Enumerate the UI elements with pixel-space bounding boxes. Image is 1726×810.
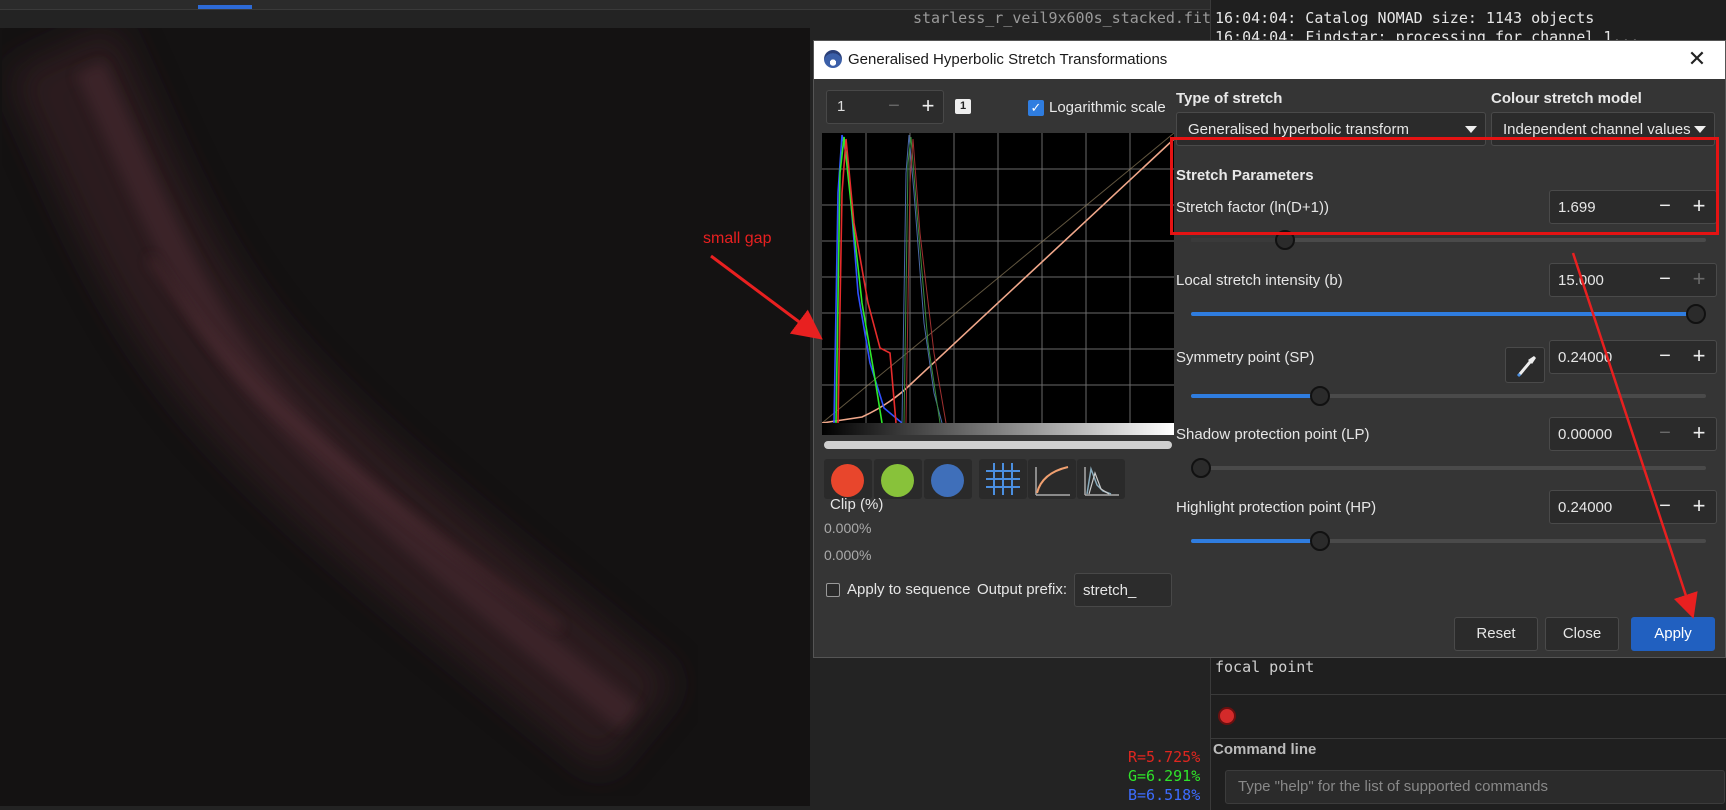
plus-icon[interactable]: + [1682, 341, 1716, 373]
output-prefix-input[interactable]: stretch_ [1074, 573, 1172, 607]
clip-label: Clip (%) [830, 496, 884, 513]
zoom-plus-button[interactable]: + [911, 91, 945, 123]
slider-fill [1191, 312, 1696, 316]
reset-button[interactable]: Reset [1454, 617, 1538, 651]
symmetry-point-slider[interactable] [1191, 386, 1706, 406]
highlight-protection-spinbox[interactable]: 0.24000 − + [1549, 490, 1717, 524]
histogram-icon [1084, 466, 1119, 496]
chevron-down-icon [1694, 126, 1706, 133]
slider-fill [1191, 394, 1320, 398]
highlight-protection-slider[interactable] [1191, 531, 1706, 551]
red-channel-toggle[interactable] [824, 459, 872, 499]
blue-channel-icon [931, 464, 964, 497]
divider [1211, 694, 1726, 695]
red-readout: R=5.725% [1128, 748, 1201, 766]
log-scale-checkbox[interactable]: ✓ [1028, 100, 1044, 116]
apply-sequence-label[interactable]: Apply to sequence [847, 581, 970, 598]
log-line: focal point [1215, 658, 1315, 676]
zoom-minus-button[interactable]: − [877, 91, 911, 123]
command-input[interactable]: Type "help" for the list of supported co… [1225, 770, 1725, 804]
slider-handle[interactable] [1310, 386, 1330, 406]
green-channel-toggle[interactable] [874, 459, 922, 499]
zoom-value[interactable]: 1 [837, 98, 845, 115]
output-prefix-label: Output prefix: [977, 581, 1068, 598]
shadow-protection-spinbox[interactable]: 0.00000 − + [1549, 417, 1717, 451]
highlight-protection-label: Highlight protection point (HP) [1176, 499, 1377, 516]
slider-handle[interactable] [1191, 458, 1211, 478]
green-channel-icon [881, 464, 914, 497]
slider-fill [1191, 539, 1320, 543]
slider-handle[interactable] [1310, 531, 1330, 551]
eyedropper-icon [1516, 356, 1536, 378]
minus-icon[interactable]: − [1648, 264, 1682, 296]
slider-handle[interactable] [1686, 304, 1706, 324]
minus-icon[interactable]: − [1648, 341, 1682, 373]
local-intensity-spinbox[interactable]: 15.000 − + [1549, 263, 1717, 297]
local-intensity-slider[interactable] [1191, 304, 1706, 324]
histogram-svg [821, 132, 1175, 424]
stop-icon[interactable] [1218, 707, 1236, 725]
dialog-titlebar[interactable]: Generalised Hyperbolic Stretch Transform… [814, 41, 1725, 79]
dialog-title: Generalised Hyperbolic Stretch Transform… [848, 51, 1168, 68]
red-stretched-histogram [905, 138, 947, 424]
plus-icon[interactable]: + [1682, 418, 1716, 450]
clip-low-value: 0.000% [824, 520, 872, 536]
colour-model-value: Independent channel values [1503, 121, 1691, 138]
image-filename: starless_r_veil9x600s_stacked.fit [913, 9, 1212, 27]
shadow-protection-label: Shadow protection point (LP) [1176, 426, 1370, 443]
local-intensity-label: Local stretch intensity (b) [1176, 272, 1343, 289]
red-histogram [837, 138, 897, 424]
clip-high-value: 0.000% [824, 547, 872, 563]
app-icon [824, 50, 842, 68]
apply-sequence-checkbox[interactable] [826, 583, 840, 597]
type-of-stretch-value: Generalised hyperbolic transform [1188, 121, 1409, 138]
divider [1211, 738, 1726, 739]
colour-model-label: Colour stretch model [1491, 90, 1642, 107]
type-of-stretch-label: Type of stretch [1176, 90, 1283, 107]
green-stretched-histogram [903, 136, 941, 424]
close-button[interactable]: Close [1545, 617, 1619, 651]
symmetry-point-spinbox[interactable]: 0.24000 − + [1549, 340, 1717, 374]
zoom-badge: 1 [955, 99, 971, 114]
plus-icon[interactable]: + [1682, 491, 1716, 523]
chevron-down-icon [1465, 126, 1477, 133]
pixel-readout: R=5.725% G=6.291% B=6.518% [1128, 748, 1200, 805]
command-line-label: Command line [1213, 741, 1317, 758]
intensity-gradient [822, 423, 1174, 435]
plus-icon: + [1692, 266, 1706, 291]
blue-readout: B=6.518% [1128, 786, 1201, 804]
red-channel-icon [831, 464, 864, 497]
close-icon[interactable]: ✕ [1684, 47, 1710, 73]
highlight-annotation-box [1170, 137, 1719, 235]
green-readout: G=6.291% [1128, 767, 1201, 785]
histogram-scrollbar[interactable] [824, 441, 1172, 449]
curve-icon [1035, 466, 1070, 496]
log-line: 16:04:04: Catalog NOMAD size: 1143 objec… [1215, 9, 1595, 27]
symmetry-point-value[interactable]: 0.24000 [1558, 349, 1612, 366]
apply-button[interactable]: Apply [1631, 617, 1715, 651]
eyedropper-button[interactable] [1505, 347, 1545, 383]
blue-channel-toggle[interactable] [924, 459, 972, 499]
histogram-plot [821, 132, 1175, 424]
annotation-label: small gap [703, 230, 772, 247]
shadow-protection-slider[interactable] [1191, 458, 1706, 478]
minus-icon: − [1659, 422, 1671, 444]
ghs-dialog: Generalised Hyperbolic Stretch Transform… [813, 40, 1726, 658]
shadow-protection-value[interactable]: 0.00000 [1558, 426, 1612, 443]
nebula-image [5, 28, 679, 775]
stretch-factor-slider[interactable] [1191, 230, 1706, 250]
histogram-mode-toggle[interactable] [1077, 459, 1125, 499]
zoom-stepper[interactable]: 1 − + [826, 90, 944, 124]
grid-icon [986, 463, 1020, 495]
image-canvas[interactable] [0, 28, 810, 806]
curve-toggle[interactable] [1028, 459, 1076, 499]
minus-icon[interactable]: − [1648, 491, 1682, 523]
local-intensity-value[interactable]: 15.000 [1558, 272, 1604, 289]
log-scale-label[interactable]: Logarithmic scale [1049, 99, 1166, 116]
grid-toggle[interactable] [979, 459, 1027, 499]
active-tab-indicator [198, 5, 252, 9]
highlight-protection-value[interactable]: 0.24000 [1558, 499, 1612, 516]
symmetry-point-label: Symmetry point (SP) [1176, 349, 1315, 366]
slider-fill [1191, 238, 1285, 242]
